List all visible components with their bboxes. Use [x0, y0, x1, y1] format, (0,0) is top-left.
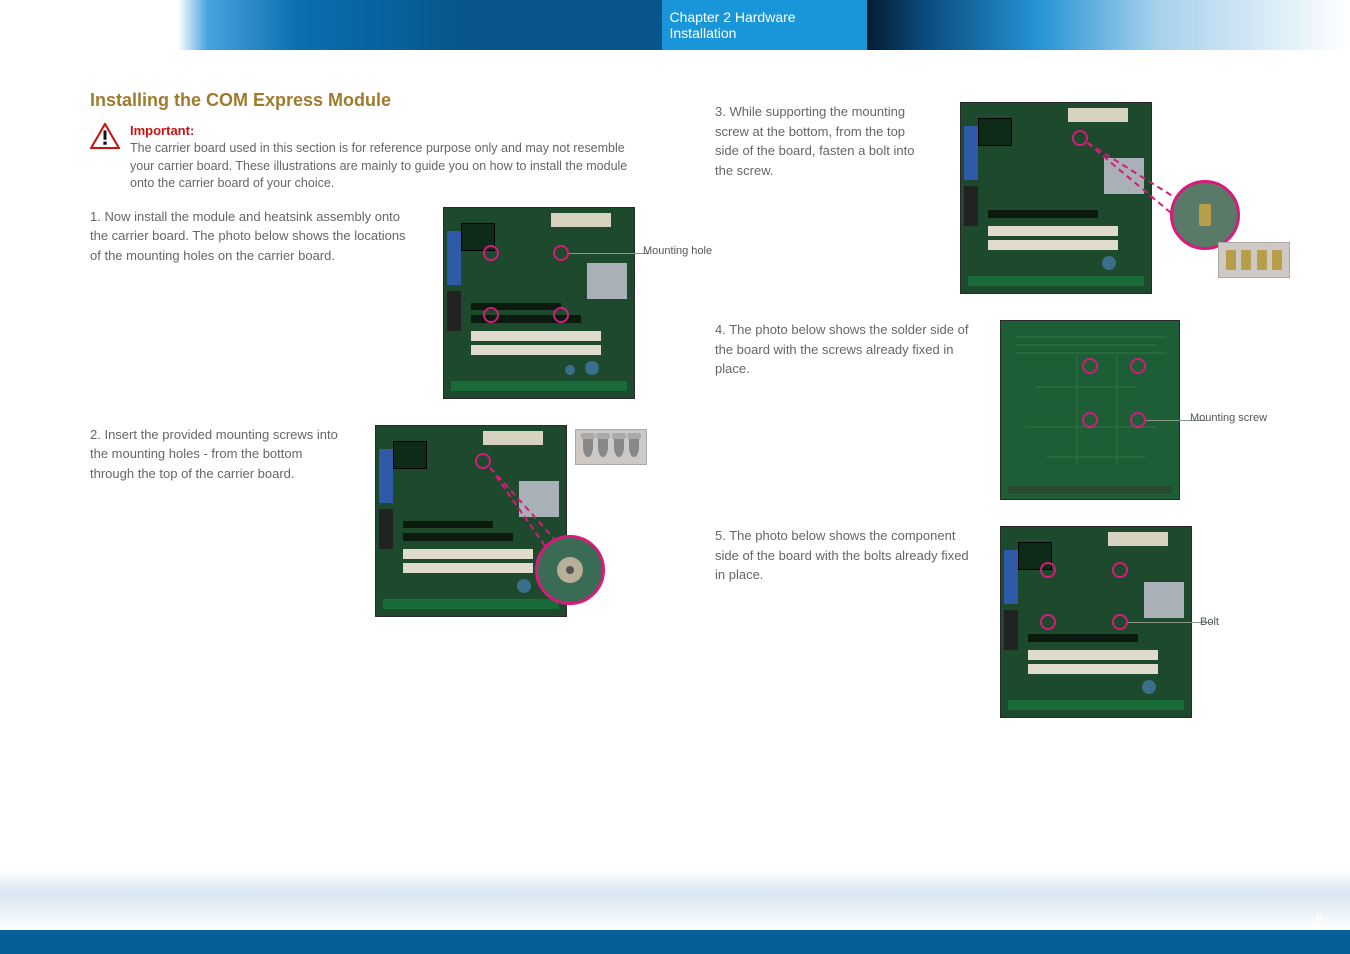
- step-3-num: 3.: [715, 104, 726, 119]
- board-image-3: [960, 102, 1152, 294]
- step-2-row: 2. Insert the provided mounting screws i…: [90, 425, 635, 617]
- step-1-body: Now install the module and heatsink asse…: [90, 209, 406, 263]
- board-1-wrap: Mounting hole: [443, 207, 635, 399]
- step-4-text: 4. The photo below shows the solder side…: [715, 320, 970, 379]
- back-screw-mark: [1130, 412, 1146, 428]
- page-number: 19: [1309, 912, 1322, 926]
- step-4-body: The photo below shows the solder side of…: [715, 322, 968, 376]
- board-image-1: [443, 207, 635, 399]
- back-screw-mark: [1130, 358, 1146, 374]
- step-3-row: 3. While supporting the mounting screw a…: [715, 102, 1260, 294]
- mounting-hole-mark: [553, 245, 569, 261]
- bolt-mount-mark: [1072, 130, 1088, 146]
- pcb-traces: [1006, 326, 1174, 494]
- important-block: Important: The carrier board used in thi…: [90, 123, 635, 193]
- mounting-screw-label: Mounting screw: [1190, 412, 1280, 424]
- mounting-hole-mark: [483, 245, 499, 261]
- header-grad-right: [867, 0, 1350, 50]
- chapter-label: Chapter 2 Hardware Installation: [662, 0, 867, 50]
- mounting-hole-label: Mounting hole: [643, 245, 733, 257]
- step-2-body: Insert the provided mounting screws into…: [90, 427, 338, 481]
- footer-blue-band: [0, 930, 1350, 954]
- left-column: Installing the COM Express Module Import…: [0, 70, 675, 864]
- bolt-label: Bolt: [1200, 616, 1290, 628]
- step-2-num: 2.: [90, 427, 101, 442]
- step-1-num: 1.: [90, 209, 101, 224]
- zoom-circle-screw: [535, 535, 605, 605]
- bolt-mark: [1112, 614, 1128, 630]
- mounting-hole-mark: [483, 307, 499, 323]
- step-1-row: 1. Now install the module and heatsink a…: [90, 207, 635, 399]
- header-grad-left: [178, 0, 662, 50]
- footer-white-band: [0, 870, 1350, 930]
- mounting-hole-mark: [553, 307, 569, 323]
- step-5-row: 5. The photo below shows the component s…: [715, 526, 1260, 718]
- section-title: Installing the COM Express Module: [90, 90, 635, 111]
- content-area: Installing the COM Express Module Import…: [0, 70, 1350, 864]
- standoffs-photo: [1218, 242, 1290, 278]
- step-3-body: While supporting the mounting screw at t…: [715, 104, 914, 178]
- step-4-num: 4.: [715, 322, 726, 337]
- step-3-text: 3. While supporting the mounting screw a…: [715, 102, 930, 180]
- bolt-mark: [1040, 562, 1056, 578]
- back-screw-mark: [1082, 358, 1098, 374]
- step-5-text: 5. The photo below shows the component s…: [715, 526, 970, 585]
- right-column: 3. While supporting the mounting screw a…: [675, 70, 1350, 864]
- warning-icon: [90, 123, 120, 149]
- step-1-text: 1. Now install the module and heatsink a…: [90, 207, 413, 266]
- board-4-wrap: Mounting screw: [1000, 320, 1260, 500]
- step-5-body: The photo below shows the component side…: [715, 528, 969, 582]
- important-label: Important:: [130, 123, 635, 138]
- board-image-4-back: [1000, 320, 1180, 500]
- step-4-row: 4. The photo below shows the solder side…: [715, 320, 1260, 500]
- step-5-num: 5.: [715, 528, 726, 543]
- board-image-5: [1000, 526, 1192, 718]
- header-left-white: [0, 0, 178, 50]
- bolt-mark: [1040, 614, 1056, 630]
- step-2-text: 2. Insert the provided mounting screws i…: [90, 425, 345, 484]
- screw-mount-mark: [475, 453, 491, 469]
- bolt-mark: [1112, 562, 1128, 578]
- board-5-wrap: Bolt: [1000, 526, 1260, 718]
- important-text: The carrier board used in this section i…: [130, 140, 635, 193]
- callout-line: [569, 253, 649, 254]
- screws-photo: [575, 429, 647, 465]
- zoom-circle-standoff: [1170, 180, 1240, 250]
- board-3-wrap: [960, 102, 1260, 294]
- board-2-wrap: [375, 425, 635, 617]
- back-screw-mark: [1082, 412, 1098, 428]
- header-band: Chapter 2 Hardware Installation: [0, 0, 1350, 50]
